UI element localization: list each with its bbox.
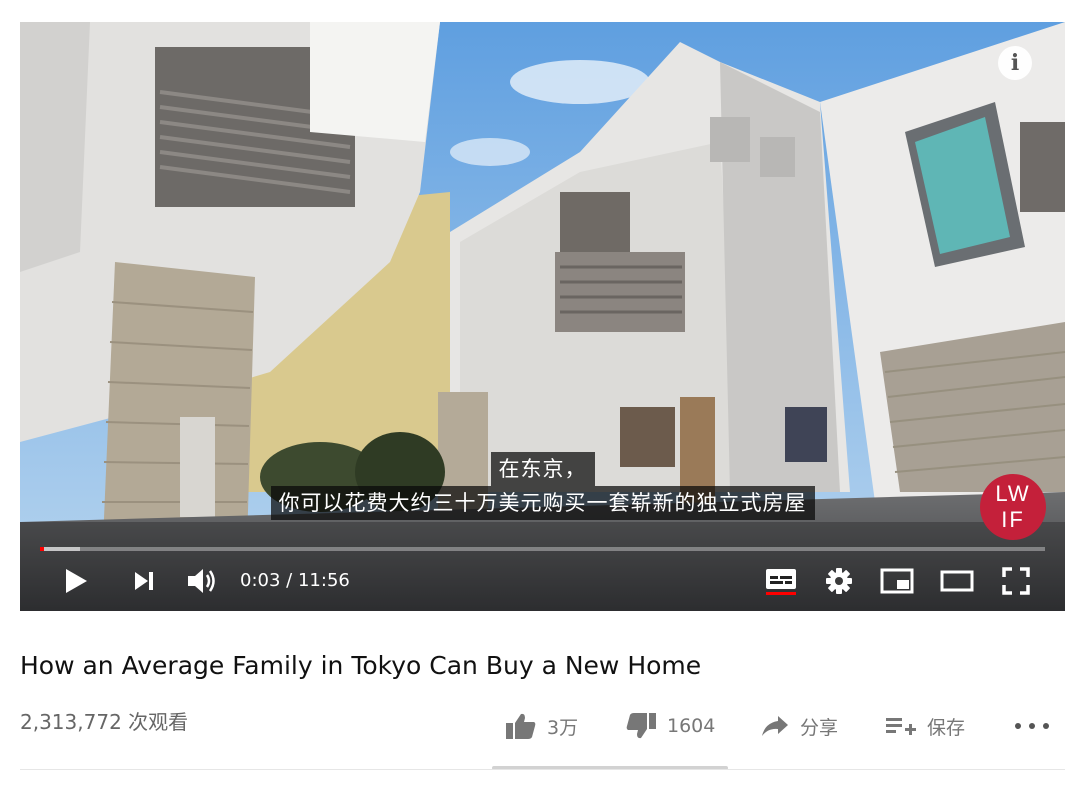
captions-button[interactable]: [760, 557, 802, 605]
more-actions-button[interactable]: [1015, 716, 1049, 736]
next-icon: [135, 572, 153, 590]
miniplayer-icon: [880, 568, 914, 594]
share-label: 分享: [800, 716, 839, 739]
settings-button[interactable]: [818, 557, 860, 605]
progress-buffered: [40, 547, 80, 551]
volume-icon: [188, 569, 215, 593]
thumbs-up-icon: [506, 713, 536, 739]
like-count: 3万: [547, 716, 579, 739]
duration: 11:56: [297, 570, 350, 591]
info-icon[interactable]: i: [998, 46, 1032, 80]
player-controls: 0:03 / 11:56: [20, 557, 1065, 605]
time-display: 0:03 / 11:56: [240, 569, 350, 593]
video-frame: [20, 22, 1065, 611]
save-label: 保存: [927, 716, 966, 739]
save-button[interactable]: 保存: [885, 709, 965, 743]
current-time: 0:03: [240, 570, 281, 591]
miniplayer-button[interactable]: [876, 557, 918, 605]
dislike-count: 1604: [667, 715, 716, 737]
divider: [20, 769, 1065, 770]
next-button[interactable]: [123, 557, 165, 605]
progress-bar[interactable]: [40, 547, 1045, 551]
volume-button[interactable]: [180, 557, 224, 605]
fullscreen-icon: [1002, 567, 1030, 595]
view-count: 2,313,772 次观看: [20, 710, 189, 734]
time-separator: /: [286, 570, 293, 591]
more-icon: [1015, 723, 1021, 729]
captions-icon: [766, 569, 796, 595]
play-icon: [66, 569, 87, 593]
video-title: How an Average Family in Tokyo Can Buy a…: [20, 651, 702, 680]
play-button[interactable]: [55, 557, 97, 605]
playlist-add-icon: [886, 718, 916, 735]
subtitle-line: 在东京，: [490, 452, 595, 486]
video-player[interactable]: i 在东京， 你可以花费大约三十万美元购买一套崭新的独立式房屋 LW IF 0:0…: [20, 22, 1065, 611]
channel-watermark[interactable]: LW IF: [980, 474, 1046, 540]
thumbs-down-icon: [626, 713, 656, 739]
fullscreen-button[interactable]: [995, 557, 1037, 605]
subtitles: 在东京， 你可以花费大约三十万美元购买一套崭新的独立式房屋: [20, 452, 1065, 520]
share-button[interactable]: 分享: [760, 709, 838, 743]
theater-button[interactable]: [935, 557, 979, 605]
settings-icon: [826, 568, 852, 594]
subtitle-line: 你可以花费大约三十万美元购买一套崭新的独立式房屋: [270, 486, 815, 520]
progress-played: [40, 547, 44, 551]
like-button[interactable]: 3万: [505, 709, 578, 743]
theater-icon: [940, 570, 974, 592]
dislike-button[interactable]: 1604: [625, 709, 715, 743]
share-icon: [762, 716, 788, 736]
